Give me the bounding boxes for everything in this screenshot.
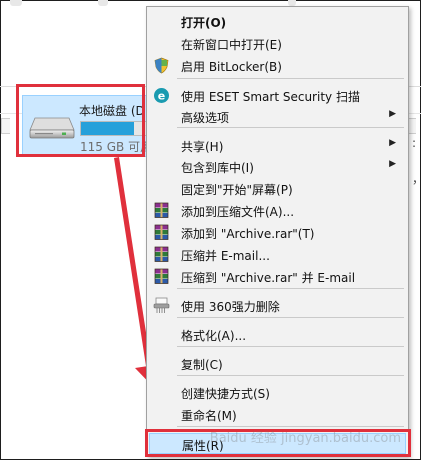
menu-item-label: 重命名(M) <box>181 409 237 423</box>
menu-separator <box>177 317 404 318</box>
menu-item-a[interactable]: 添加到压缩文件(A)... <box>149 200 406 221</box>
background-fragment: ， <box>412 170 421 187</box>
menu-item-m[interactable]: 重命名(M) <box>149 404 406 425</box>
svg-text:e: e <box>158 90 165 103</box>
background-fragment: : <box>412 136 417 150</box>
menu-item-s[interactable]: 创建快捷方式(S) <box>149 382 406 403</box>
menu-item-a[interactable]: 格式化(A)... <box>149 324 406 345</box>
menu-item-archive-rar-e-mail[interactable]: 压缩到 "Archive.rar" 并 E-mail <box>149 266 406 287</box>
menu-item-label: 压缩并 E-mail... <box>181 249 270 263</box>
menu-item-360[interactable]: 使用 360强力删除 <box>149 295 406 316</box>
menu-item-label: 添加到 "Archive.rar"(T) <box>181 227 315 241</box>
menu-item-label: 格式化(A)... <box>181 329 247 343</box>
menu-separator <box>177 78 404 79</box>
drive-highlight-box <box>16 84 145 157</box>
winrar-icon <box>153 246 170 263</box>
submenu-arrow-icon: ▶ <box>389 159 396 169</box>
menu-separator <box>177 127 404 128</box>
context-menu: 打开(O) 在新窗口中打开(E) 启用 BitLocker(B) e 使用 ESET S… <box>146 6 409 457</box>
menu-item-label: 使用 360强力删除 <box>181 300 280 314</box>
menu-item-p[interactable]: 固定到"开始"屏幕(P) <box>149 178 406 199</box>
menu-item-i[interactable]: 包含到库中(I) ▶ <box>149 156 406 177</box>
menu-item-e[interactable]: 在新窗口中打开(E) <box>149 33 406 54</box>
menu-item-e-mail[interactable]: 压缩并 E-mail... <box>149 244 406 265</box>
menu-item-label: 使用 ESET Smart Security 扫描 <box>181 90 360 104</box>
winrar-icon <box>153 202 170 219</box>
menu-item-label: 固定到"开始"屏幕(P) <box>181 183 293 197</box>
menu-item-archive-rar-t[interactable]: 添加到 "Archive.rar"(T) <box>149 222 406 243</box>
menu-item-c[interactable]: 复制(C) <box>149 353 406 374</box>
submenu-arrow-icon: ▶ <box>389 109 396 119</box>
menu-item-label: 包含到库中(I) <box>181 161 254 175</box>
column-marker <box>1 118 10 134</box>
menu-separator <box>177 288 404 289</box>
eset-icon: e <box>153 87 170 104</box>
top-decoration <box>10 0 22 6</box>
shield-icon <box>153 57 170 74</box>
menu-item-bitlocker-b[interactable]: 启用 BitLocker(B) <box>149 55 406 76</box>
shredder-icon <box>153 297 170 314</box>
menu-item-item-4[interactable]: 高级选项 ▶ <box>149 106 406 127</box>
menu-item-label: 共享(H) <box>181 140 224 154</box>
menu-item-label: 复制(C) <box>181 358 223 372</box>
winrar-icon <box>153 224 170 241</box>
menu-item-label: 高级选项 <box>181 111 230 125</box>
menu-separator <box>177 375 404 376</box>
menu-item-label: 启用 BitLocker(B) <box>181 60 282 74</box>
winrar-icon <box>153 268 170 285</box>
menu-separator <box>177 346 404 347</box>
menu-item-label: 添加到压缩文件(A)... <box>181 205 295 219</box>
top-decoration <box>98 0 108 6</box>
menu-item-h[interactable]: 共享(H) ▶ <box>149 135 406 156</box>
menu-item-label: 在新窗口中打开(E) <box>181 38 282 52</box>
watermark: Baidu 经验 jingyan.baidu.com <box>209 431 401 446</box>
menu-item-eset-smart-security[interactable]: e 使用 ESET Smart Security 扫描 <box>149 85 406 106</box>
submenu-arrow-icon: ▶ <box>389 138 396 148</box>
menu-item-label: 压缩到 "Archive.rar" 并 E-mail <box>181 271 356 285</box>
menu-item-o[interactable]: 打开(O) <box>149 11 406 32</box>
menu-item-label: 创建快捷方式(S) <box>181 387 270 401</box>
menu-item-label: 打开(O) <box>181 16 227 30</box>
